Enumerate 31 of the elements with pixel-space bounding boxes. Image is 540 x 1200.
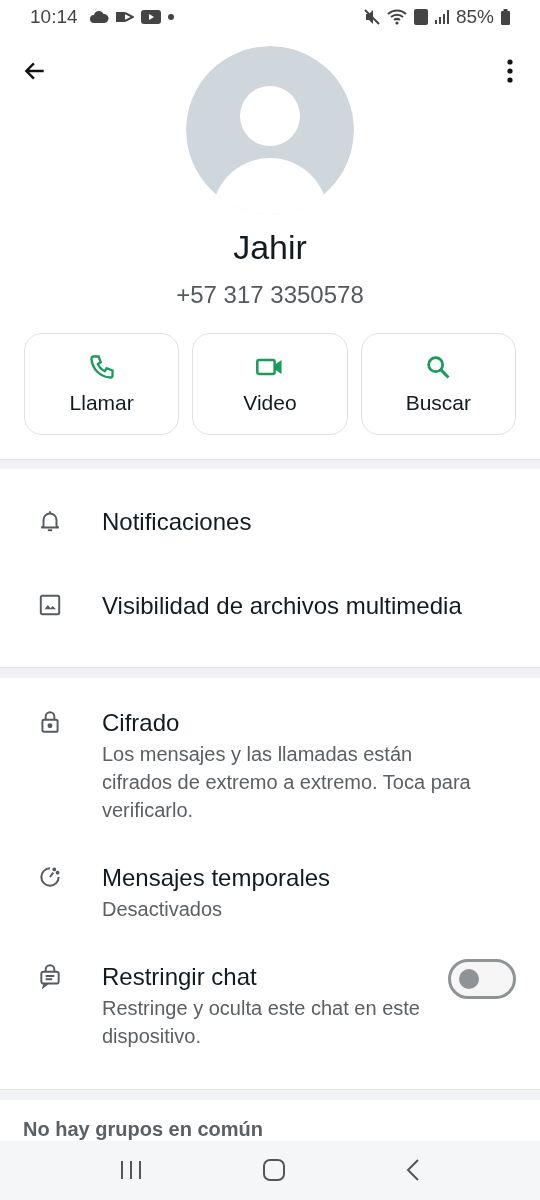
battery-icon [501,8,510,25]
action-button[interactable]: Video [192,332,348,435]
back-icon [404,1158,421,1183]
battery-percentage: 85% [455,5,494,28]
phone-icon [87,352,116,381]
action-button[interactable]: Llamar [24,332,180,435]
setting-description: Los mensajes y las llamadas están cifrados de extremo a extremo. Toca para verificarlo. [102,742,472,824]
mute-icon [363,8,380,25]
action-button[interactable]: Buscar [360,332,516,435]
phone-number: +57 317 3350578 [175,280,365,309]
setting-description: Desactivados [102,897,224,923]
toggle-switch[interactable] [448,959,516,1000]
more-icon [506,57,514,84]
status-time: 10:14 [30,5,78,28]
setting-title[interactable]: Visibilidad de archivos multimedia [102,589,474,621]
setting-title[interactable]: Restringir chat [102,961,448,993]
chat-lock-icon [37,963,63,990]
wifi-icon [386,8,407,25]
signal-icon [434,9,449,24]
groups-note: No hay grupos en común [23,1117,264,1140]
network-type-icon [413,8,428,25]
contact-name: Jahir [232,227,308,267]
setting-title[interactable]: Notificaciones [102,505,474,537]
dot-icon [167,13,174,20]
recent-apps-icon [119,1159,144,1182]
setting-title[interactable]: Mensajes temporales [102,862,474,894]
setting-title[interactable]: Cifrado [102,707,474,739]
play-icon [140,9,161,24]
cloud-icon [88,10,109,23]
home-icon [262,1158,286,1183]
setting-description: Restringe y oculta este chat en este dispositivo. [102,996,421,1050]
